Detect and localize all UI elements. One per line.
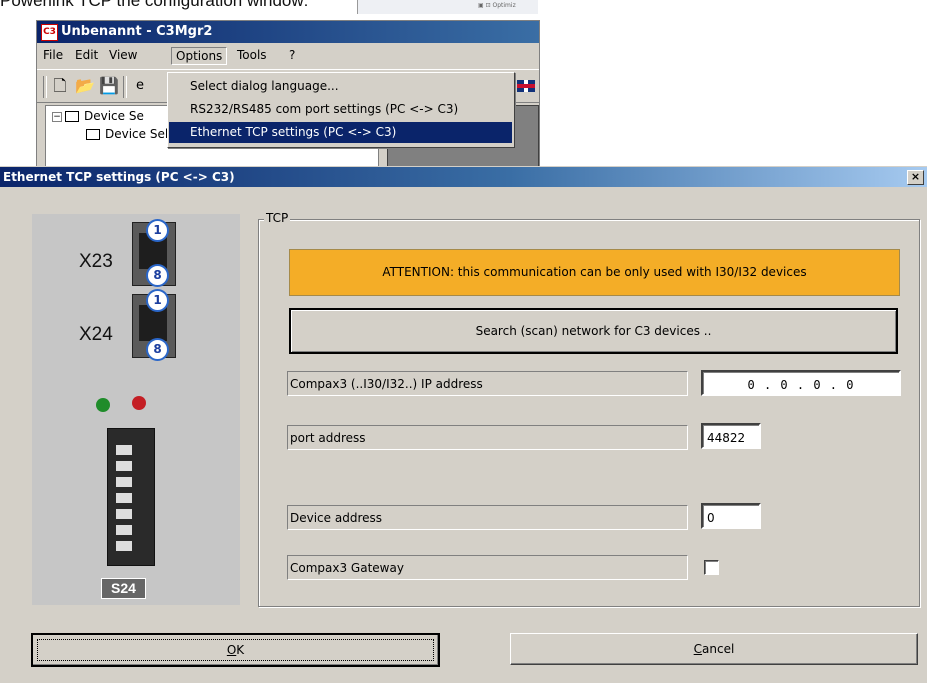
c3-app-icon: C3 [41,24,58,41]
pin-1-marker: 1 [146,289,169,312]
gateway-checkbox[interactable] [704,560,719,575]
menu-item-ethernet-tcp-settings[interactable]: Ethernet TCP settings (PC <-> C3) [169,122,512,143]
dip-switch-block [107,428,155,566]
menu-edit[interactable]: Edit [75,48,98,62]
s24-label: S24 [101,578,146,599]
gateway-label: Compax3 Gateway [287,555,688,580]
green-led [96,398,110,412]
cancel-suffix: ancel [702,642,735,656]
folder-icon [65,111,79,122]
menu-options[interactable]: Options [171,47,228,65]
menu-bar: File Edit View Options Tools ? [37,45,539,65]
cancel-button[interactable]: Cancel [510,633,918,665]
dialog-title-bar: Ethernet TCP settings (PC <-> C3) × [0,167,927,187]
folder-icon [86,129,100,140]
cancel-mnemonic: C [693,642,703,656]
toolbar-partial-icon[interactable]: e [131,77,149,95]
ip-address-label: Compax3 (..I30/I32..) IP address [287,371,688,396]
focus-rectangle [37,639,434,661]
pin-1-marker: 1 [146,219,169,242]
scan-network-button[interactable]: Search (scan) network for C3 devices .. [289,308,898,354]
ok-button[interactable]: OK [31,633,440,667]
close-button[interactable]: × [907,170,924,185]
collapse-icon[interactable]: − [52,111,62,122]
toolbar-separator [123,76,127,98]
app-title: Unbenannt - C3Mgr2 [61,24,213,39]
uk-flag-icon[interactable] [517,80,535,92]
pin-8-marker: 8 [146,338,169,361]
menu-tools[interactable]: Tools [237,48,267,62]
x24-label: X24 [79,324,113,345]
new-file-icon[interactable]: 🗋 [51,77,69,95]
pin-8-marker: 8 [146,264,169,287]
open-folder-icon[interactable]: 📂 [75,77,95,95]
port-address-input[interactable]: 44822 [701,423,761,449]
mini-text: ▣ ⊡ Optimiz [478,2,516,9]
menu-item-dialog-language[interactable]: Select dialog language... [169,76,512,97]
ip-address-input[interactable]: 0 . 0 . 0 . 0 [701,370,901,396]
device-address-input[interactable]: 0 [701,503,761,529]
background-window-strip: ▣ ⊡ Optimiz [357,0,538,14]
page-caption: Powerlink TCP the configuration window: [0,0,309,10]
save-icon[interactable]: 💾 [99,77,119,95]
menu-help[interactable]: ? [289,48,295,62]
x23-label: X23 [79,251,113,272]
tree-item-label: Device Se [84,109,144,123]
menu-file[interactable]: File [43,48,63,62]
red-led [132,396,146,410]
dialog-title: Ethernet TCP settings (PC <-> C3) [3,170,235,184]
app-title-bar: C3 Unbenannt - C3Mgr2 [37,21,539,43]
device-address-label: Device address [287,505,688,530]
tree-item-root[interactable]: − Device Se [52,109,144,123]
attention-banner: ATTENTION: this communication can be onl… [289,249,900,296]
device-front-panel-image: X23 X24 1 8 1 8 S24 [32,214,240,605]
menu-item-com-port-settings[interactable]: RS232/RS485 com port settings (PC <-> C3… [169,99,512,120]
toolbar-separator [43,76,47,98]
port-address-label: port address [287,425,688,450]
menu-view[interactable]: View [109,48,137,62]
options-menu: Select dialog language... RS232/RS485 co… [167,72,515,148]
tcp-group-label: TCP [264,211,291,225]
ethernet-tcp-dialog: Ethernet TCP settings (PC <-> C3) × X23 … [0,166,927,683]
